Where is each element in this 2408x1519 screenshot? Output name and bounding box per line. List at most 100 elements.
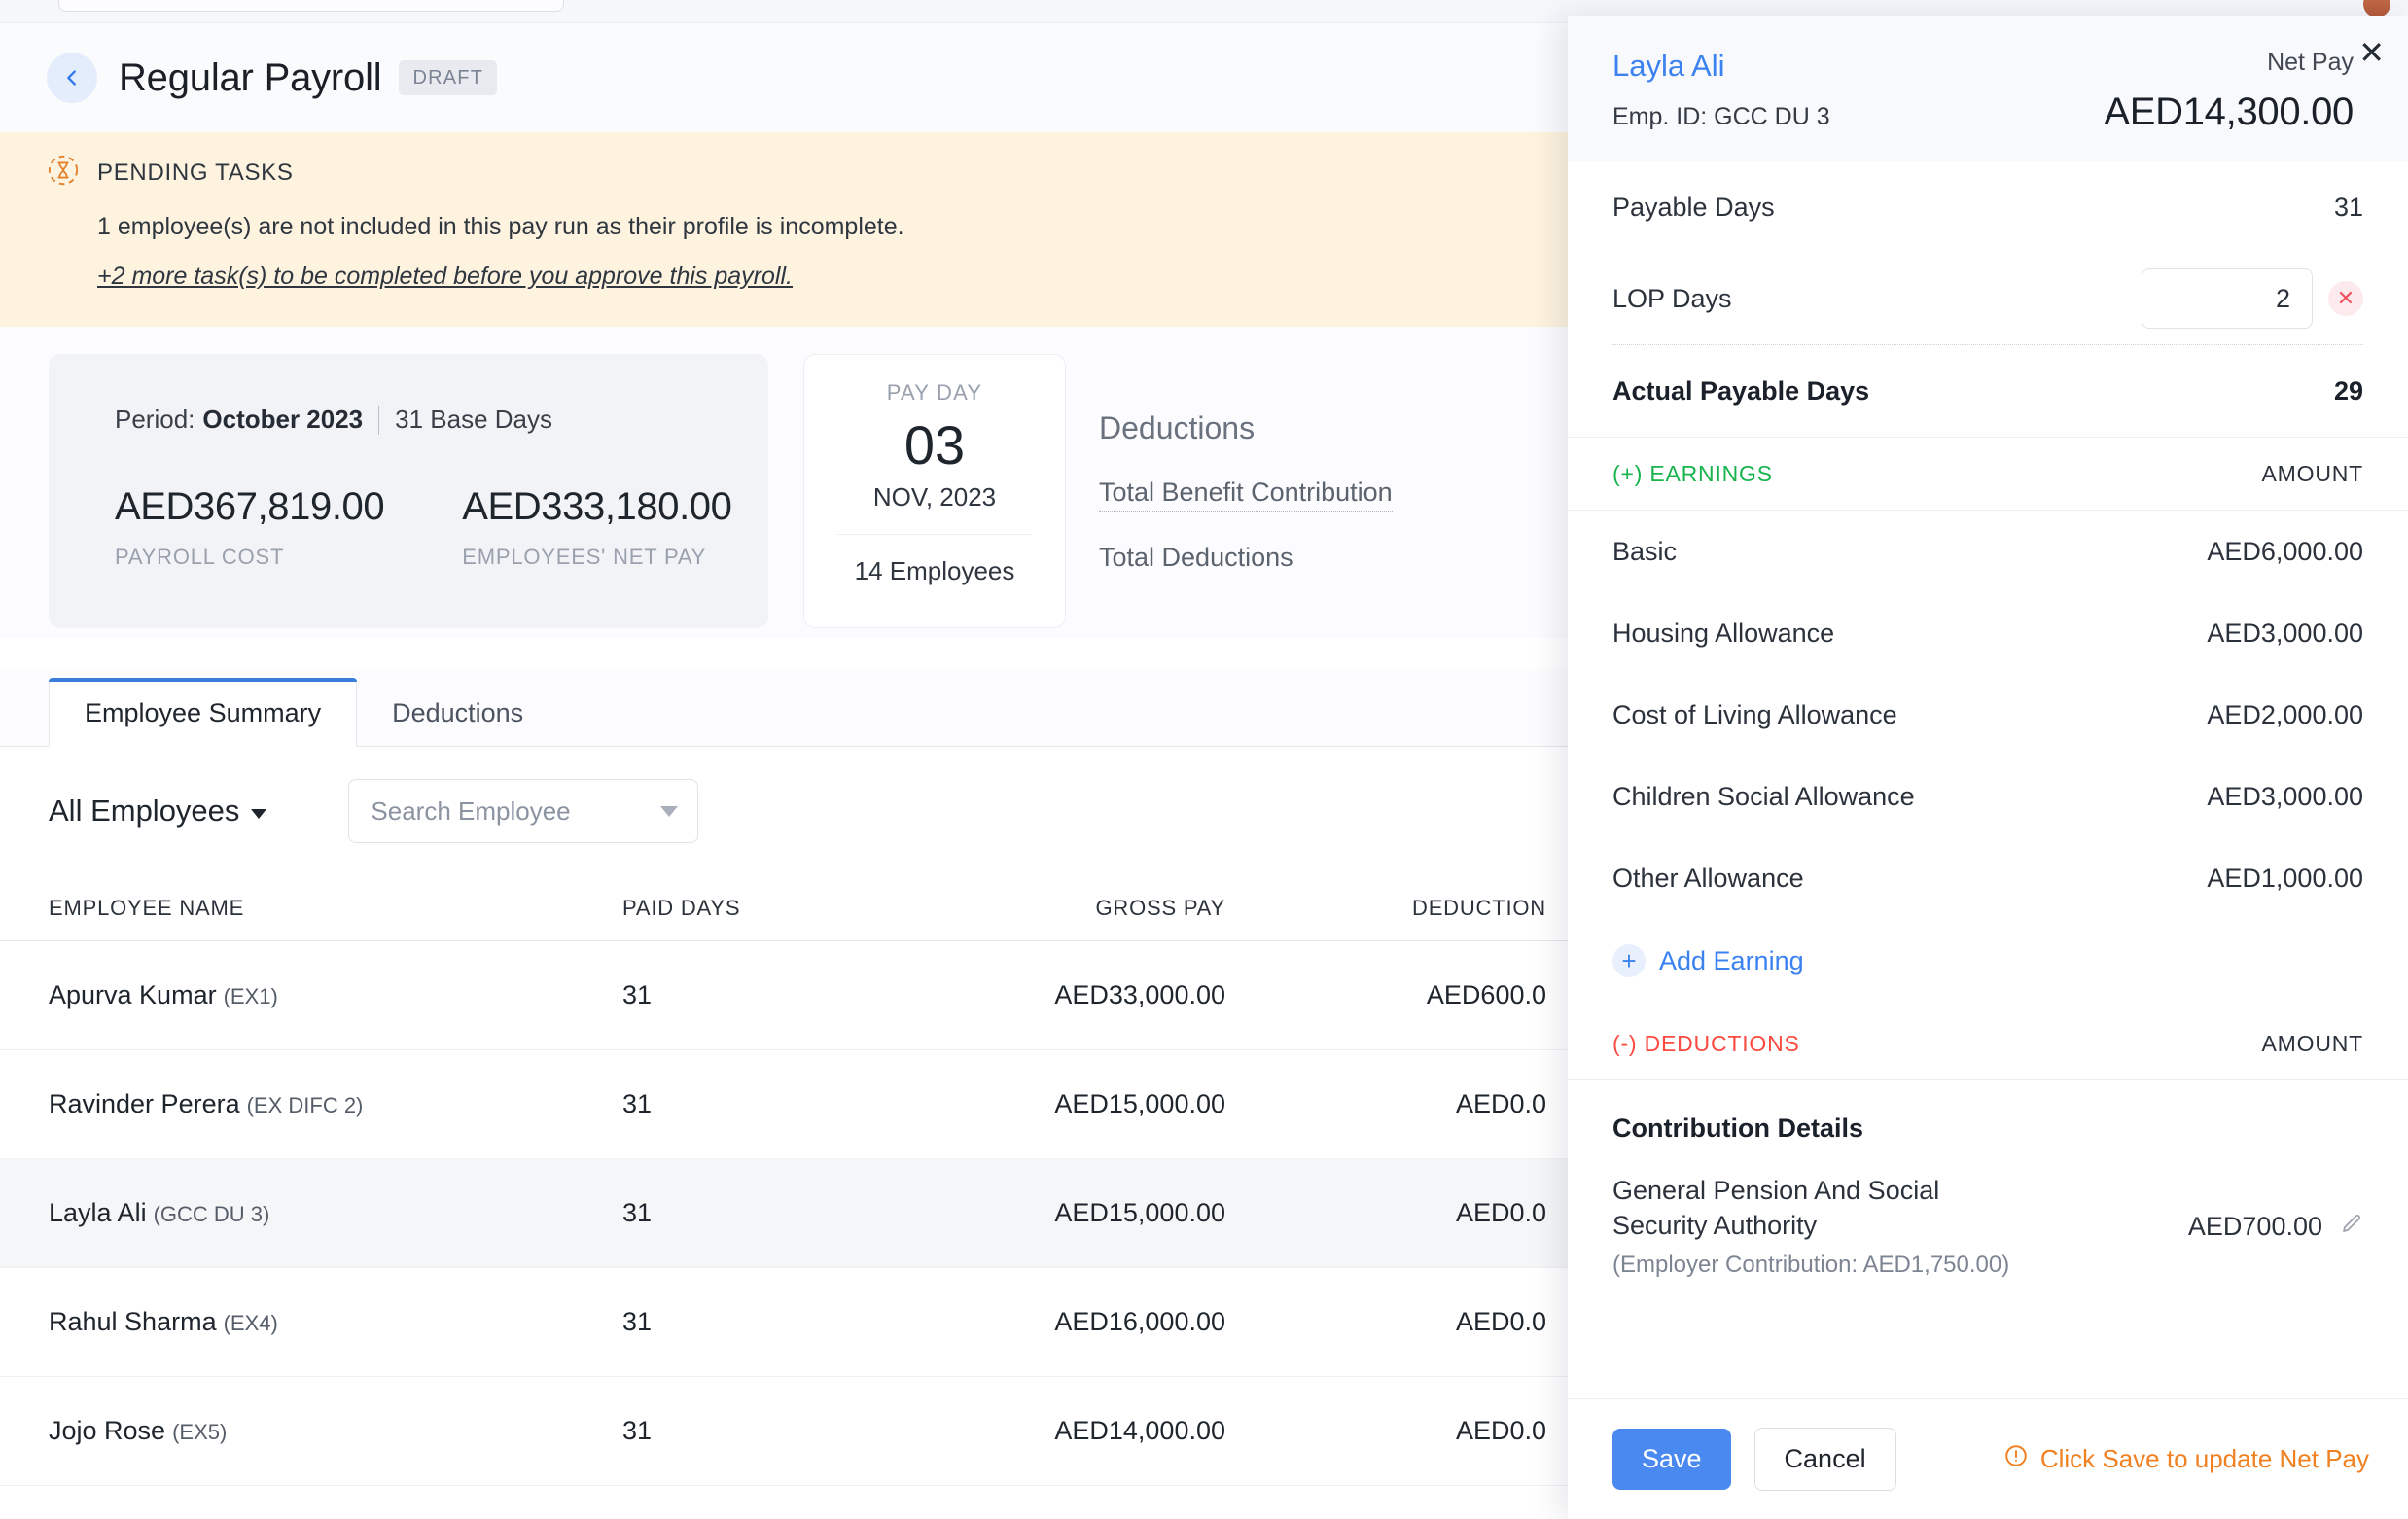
payable-days-value: 31 — [2333, 192, 2363, 222]
column-header-employee-name: EMPLOYEE NAME — [49, 895, 245, 920]
employee-name: Rahul Sharma — [49, 1307, 217, 1336]
actual-payable-days-row: Actual Payable Days 29 — [1612, 345, 2363, 437]
base-days-label: 31 Base Days — [395, 405, 553, 434]
total-benefit-contribution-label[interactable]: Total Benefit Contribution — [1099, 477, 1393, 512]
period-value: October 2023 — [202, 405, 364, 434]
panel-net-pay-label: Net Pay — [2267, 49, 2354, 76]
earning-name: Housing Allowance — [1612, 618, 1835, 648]
employee-code: (EX DIFC 2) — [246, 1093, 364, 1117]
employee-code: (EX4) — [223, 1311, 278, 1335]
contribution-details-title: Contribution Details — [1612, 1113, 1863, 1143]
panel-netpay-block: Net Pay AED14,300.00 — [2104, 49, 2365, 134]
employee-name: Layla Ali — [49, 1198, 147, 1227]
payday-divider — [837, 534, 1032, 535]
payroll-app: Regular Payroll DRAFT PENDING TASKS 1 em… — [0, 0, 2408, 1519]
panel-employee-block: Layla Ali Emp. ID: GCC DU 3 — [1612, 49, 1830, 131]
list-item: Basic AED6,000.00 — [1568, 511, 2408, 592]
metric-net-pay: AED333,180.00 EMPLOYEES' NET PAY — [462, 485, 732, 570]
earning-amount: AED1,000.00 — [2207, 863, 2363, 893]
earning-name: Other Allowance — [1612, 863, 1804, 893]
paid-days-cell: 31 — [622, 1089, 653, 1118]
gross-pay-cell: AED16,000.00 — [1054, 1307, 1225, 1336]
chevron-left-icon — [61, 67, 83, 88]
close-icon[interactable]: ✕ — [2358, 37, 2385, 68]
list-item: Housing Allowance AED3,000.00 — [1568, 592, 2408, 674]
employee-filter-dropdown[interactable]: All Employees — [49, 794, 267, 829]
column-header-paid-days: PAID DAYS — [622, 895, 741, 920]
panel-employee-id: Emp. ID: GCC DU 3 — [1612, 103, 1830, 130]
contribution-amount-block: AED700.00 — [2188, 1173, 2363, 1242]
panel-net-pay-amount: AED14,300.00 — [2104, 90, 2354, 133]
list-item: Other Allowance AED1,000.00 — [1568, 837, 2408, 919]
employee-code: (EX1) — [223, 984, 278, 1008]
contribution-name: General Pension And Social Security Auth… — [1612, 1176, 1940, 1241]
payroll-cost-caption: PAYROLL COST — [115, 545, 285, 569]
save-hint-text: Click Save to update Net Pay — [2039, 1444, 2369, 1473]
tab-employee-summary[interactable]: Employee Summary — [49, 678, 358, 747]
chevron-down-icon — [251, 809, 267, 819]
earning-name: Basic — [1612, 536, 1678, 566]
contribution-row: General Pension And Social Security Auth… — [1568, 1144, 2408, 1279]
earning-amount: AED3,000.00 — [2207, 618, 2363, 648]
back-button[interactable] — [47, 53, 97, 103]
lop-days-input[interactable] — [2142, 268, 2313, 329]
employee-code: (EX5) — [172, 1420, 228, 1444]
gross-pay-cell: AED33,000.00 — [1054, 980, 1225, 1009]
period-card: Period: October 2023 31 Base Days AED367… — [49, 354, 768, 628]
employee-detail-panel: ✕ Layla Ali Emp. ID: GCC DU 3 Net Pay AE… — [1568, 16, 2408, 1519]
deduction-cell: AED0.0 — [1455, 1416, 1546, 1445]
metrics-group: AED367,819.00 PAYROLL COST AED333,180.00… — [115, 485, 768, 570]
payday-employee-count: 14 Employees — [854, 556, 1015, 585]
paid-days-cell: 31 — [622, 980, 653, 1009]
deduction-cell: AED0.0 — [1455, 1307, 1546, 1336]
paid-days-cell: 31 — [622, 1307, 653, 1336]
earning-amount: AED6,000.00 — [2207, 536, 2363, 566]
lop-days-control: ✕ — [2142, 268, 2363, 329]
global-search-input[interactable] — [58, 0, 564, 12]
deduction-cell: AED0.0 — [1455, 1198, 1546, 1227]
gross-pay-cell: AED15,000.00 — [1054, 1089, 1225, 1118]
chevron-down-icon — [660, 805, 679, 817]
search-employee-input[interactable]: Search Employee — [348, 779, 699, 843]
panel-footer: Save Cancel Click Save to update Net Pay — [1568, 1398, 2408, 1519]
payday-month-year: NOV, 2023 — [872, 482, 997, 512]
employee-name-cell: Rahul Sharma (EX4) — [0, 1307, 622, 1337]
earning-name: Children Social Allowance — [1612, 781, 1915, 811]
period-divider — [378, 405, 380, 435]
net-pay-caption: EMPLOYEES' NET PAY — [462, 545, 707, 569]
deductions-heading: (-) DEDUCTIONS — [1612, 1030, 1800, 1056]
status-badge: DRAFT — [399, 60, 498, 95]
pencil-icon[interactable] — [2340, 1213, 2363, 1241]
search-employee-placeholder: Search Employee — [371, 795, 571, 826]
alert-circle-icon — [2003, 1443, 2029, 1475]
panel-header: ✕ Layla Ali Emp. ID: GCC DU 3 Net Pay AE… — [1568, 16, 2408, 161]
net-pay-amount: AED333,180.00 — [462, 485, 732, 528]
column-header-gross-pay: GROSS PAY — [1095, 895, 1225, 920]
earnings-heading: (+) EARNINGS — [1612, 460, 1773, 486]
column-header-deduction: DEDUCTION — [1412, 895, 1546, 920]
deduction-cell: AED0.0 — [1455, 1089, 1546, 1118]
save-button[interactable]: Save — [1612, 1429, 1731, 1490]
plus-icon: + — [1612, 944, 1646, 977]
actual-payable-days-label: Actual Payable Days — [1612, 375, 1870, 406]
earning-name: Cost of Living Allowance — [1612, 699, 1897, 729]
tab-deductions[interactable]: Deductions — [357, 679, 558, 746]
earnings-section-header: (+) EARNINGS AMOUNT — [1568, 437, 2408, 511]
deductions-amount-heading: AMOUNT — [2261, 1030, 2363, 1056]
employee-name-cell: Jojo Rose (EX5) — [0, 1416, 622, 1446]
add-earning-button[interactable]: + Add Earning — [1568, 919, 2408, 1007]
gross-pay-cell: AED14,000.00 — [1054, 1416, 1225, 1445]
panel-employee-name[interactable]: Layla Ali — [1612, 49, 1830, 84]
banner-more-tasks-link[interactable]: +2 more task(s) to be completed before y… — [97, 263, 793, 291]
period-label: Period: — [115, 405, 195, 434]
metric-payroll-cost: AED367,819.00 PAYROLL COST — [115, 485, 385, 570]
panel-header-row: Layla Ali Emp. ID: GCC DU 3 Net Pay AED1… — [1612, 49, 2365, 134]
deductions-section-header: (-) DEDUCTIONS AMOUNT — [1568, 1007, 2408, 1080]
cancel-button[interactable]: Cancel — [1753, 1428, 1896, 1491]
total-deductions-label: Total Deductions — [1099, 543, 1293, 572]
employee-filter-label: All Employees — [49, 794, 240, 828]
paid-days-cell: 31 — [622, 1416, 653, 1445]
clear-icon[interactable]: ✕ — [2328, 281, 2363, 316]
save-hint: Click Save to update Net Pay — [2003, 1443, 2369, 1475]
employee-name-cell: Layla Ali (GCC DU 3) — [0, 1198, 622, 1228]
